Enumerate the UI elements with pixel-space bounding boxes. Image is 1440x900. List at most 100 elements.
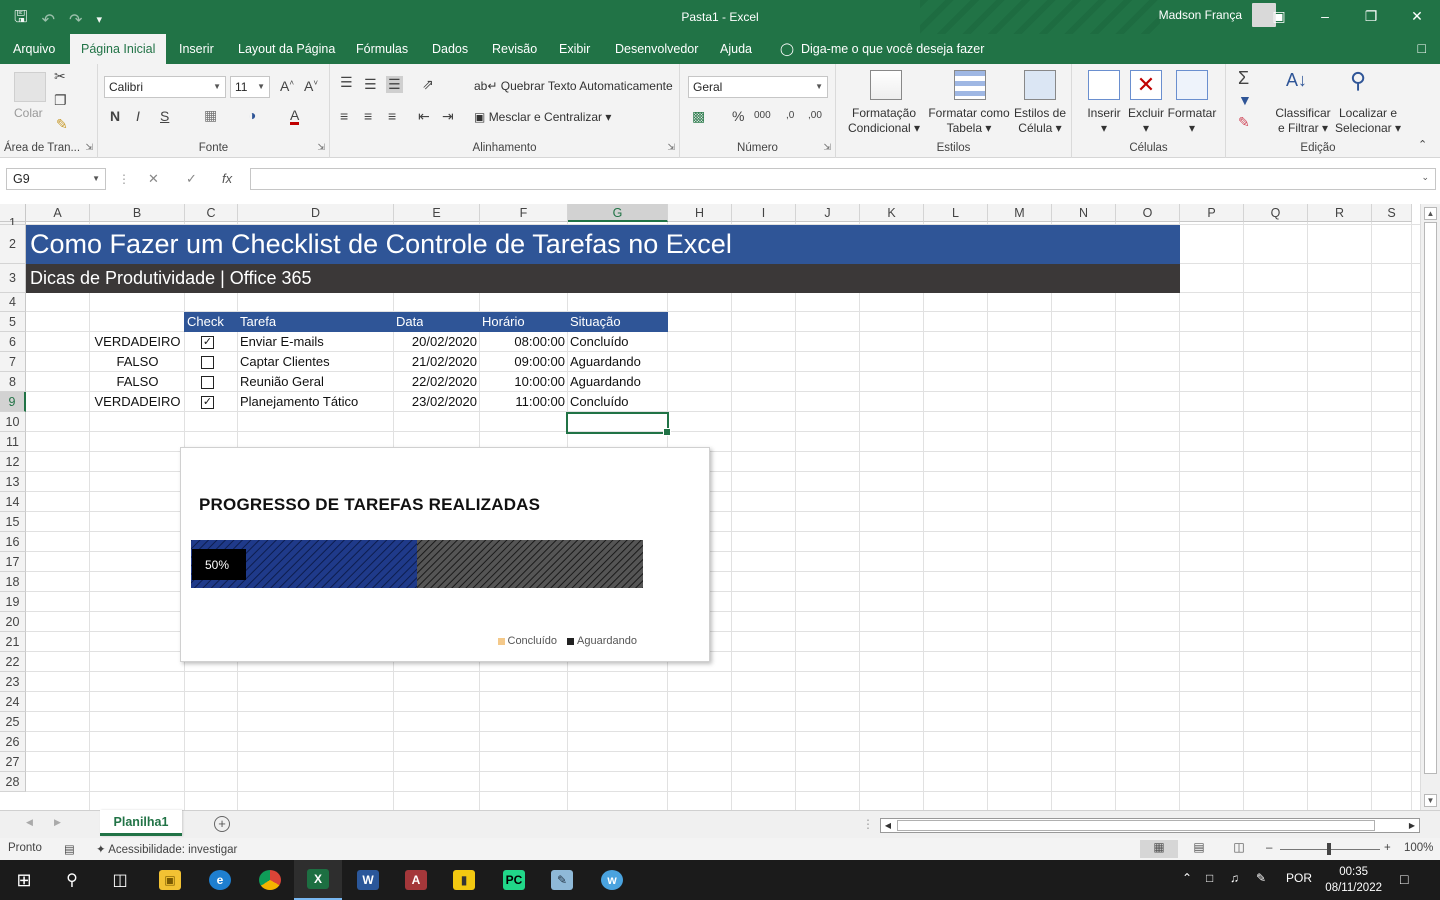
- row-header-13[interactable]: 13: [0, 472, 26, 492]
- align-left-icon[interactable]: ≡: [340, 108, 348, 124]
- column-header-j[interactable]: J: [796, 204, 860, 222]
- macro-record-icon[interactable]: ▤: [64, 842, 75, 856]
- zoom-level[interactable]: 100%: [1404, 842, 1433, 854]
- access-icon[interactable]: A: [392, 860, 440, 900]
- row-header-28[interactable]: 28: [0, 772, 26, 792]
- delete-cells-button[interactable]: Excluir ▾: [1124, 106, 1168, 136]
- scroll-down-icon[interactable]: ▼: [1424, 794, 1437, 807]
- cell-flag[interactable]: VERDADEIRO: [90, 332, 185, 352]
- cell-styles-button[interactable]: Estilos de Célula ▾: [1012, 106, 1068, 136]
- task-checkbox[interactable]: [201, 356, 214, 369]
- task-checkbox[interactable]: ✓: [201, 396, 214, 409]
- row-header-2[interactable]: 2: [0, 225, 26, 264]
- row-header-10[interactable]: 10: [0, 412, 26, 432]
- cell-task[interactable]: Captar Clientes: [240, 352, 392, 372]
- tray-chevron-icon[interactable]: ⌃: [1182, 871, 1192, 885]
- pycharm-icon[interactable]: PC: [490, 860, 538, 900]
- row-header-25[interactable]: 25: [0, 712, 26, 732]
- increase-indent-icon[interactable]: ⇥: [442, 108, 454, 125]
- tab-pagina-inicial[interactable]: Página Inicial: [70, 34, 167, 64]
- cell-status[interactable]: Aguardando: [570, 372, 666, 392]
- scroll-up-icon[interactable]: ▲: [1424, 207, 1437, 220]
- column-header-d[interactable]: D: [238, 204, 394, 222]
- row-header-24[interactable]: 24: [0, 692, 26, 712]
- chrome-icon[interactable]: [246, 860, 294, 900]
- page-layout-view-icon[interactable]: ▤: [1180, 840, 1218, 858]
- currency-icon[interactable]: ▩: [692, 108, 705, 125]
- comments-icon[interactable]: □: [1418, 40, 1426, 56]
- close-icon[interactable]: ✕: [1394, 0, 1440, 32]
- tab-desenvolvedor[interactable]: Desenvolvedor: [604, 34, 709, 64]
- zoom-in-icon[interactable]: +: [1384, 842, 1391, 854]
- row-header-9[interactable]: 9: [0, 392, 26, 412]
- cell-date[interactable]: 23/02/2020: [394, 392, 477, 412]
- paste-button[interactable]: Colar: [14, 106, 43, 121]
- row-header-6[interactable]: 6: [0, 332, 26, 352]
- decrease-decimal-button[interactable]: ,00: [808, 110, 822, 121]
- formula-input[interactable]: ⌄: [250, 168, 1436, 190]
- cell-date[interactable]: 22/02/2020: [394, 372, 477, 392]
- number-format-select[interactable]: Geral ▼: [688, 76, 828, 98]
- file-explorer-icon[interactable]: ▣: [146, 860, 194, 900]
- column-header-m[interactable]: M: [988, 204, 1052, 222]
- column-header-f[interactable]: F: [480, 204, 568, 222]
- cell-status[interactable]: Aguardando: [570, 352, 666, 372]
- cell-status[interactable]: Concluído: [570, 332, 666, 352]
- maximize-icon[interactable]: ❐: [1348, 0, 1394, 32]
- cell-time[interactable]: 09:00:00: [480, 352, 565, 372]
- thousands-button[interactable]: 000: [754, 110, 771, 121]
- percent-button[interactable]: %: [732, 108, 744, 124]
- start-icon[interactable]: ⊞: [0, 860, 48, 900]
- italic-button[interactable]: I: [136, 108, 140, 124]
- format-cells-button[interactable]: Formatar ▾: [1166, 106, 1218, 136]
- row-header-17[interactable]: 17: [0, 552, 26, 572]
- cell-task[interactable]: Enviar E-mails: [240, 332, 392, 352]
- copy-icon[interactable]: ❐: [54, 92, 67, 109]
- row-header-27[interactable]: 27: [0, 752, 26, 772]
- edge-icon[interactable]: e: [196, 860, 244, 900]
- table-header[interactable]: Check Tarefa Data Horário Situação: [184, 312, 668, 332]
- column-header-c[interactable]: C: [185, 204, 238, 222]
- volume-icon[interactable]: ♫: [1230, 871, 1239, 885]
- clear-icon[interactable]: ✎: [1238, 114, 1250, 131]
- format-painter-icon[interactable]: ✎: [56, 116, 68, 133]
- search-icon[interactable]: ⚲: [48, 860, 96, 900]
- spreadsheet-grid[interactable]: ABCDEFGHIJKLMNOPQRS 1 2 3 4 5 6 7 8 9 10 11 12 13 14 1…: [0, 204, 1420, 810]
- align-bottom-icon[interactable]: ☰: [386, 76, 403, 93]
- ribbon-display-icon[interactable]: ▣: [1256, 0, 1302, 32]
- subtitle-banner[interactable]: Dicas de Produtividade | Office 365: [26, 264, 1180, 293]
- align-middle-icon[interactable]: ☰: [364, 76, 377, 93]
- collapse-ribbon-icon[interactable]: ⌃: [1418, 138, 1427, 151]
- cell-task[interactable]: Reunião Geral: [240, 372, 392, 392]
- wrap-text-button[interactable]: ab↵ Quebrar Texto Automaticamente: [474, 79, 673, 94]
- clipboard-launcher-icon[interactable]: ⇲: [85, 142, 93, 153]
- conditional-format-button[interactable]: Formatação Condicional ▾: [844, 106, 924, 136]
- tab-dados[interactable]: Dados: [421, 34, 479, 64]
- clock[interactable]: 00:35 08/11/2022: [1325, 864, 1382, 896]
- fill-icon[interactable]: ▼: [1238, 92, 1252, 108]
- cell-time[interactable]: 11:00:00: [480, 392, 565, 412]
- cell-time[interactable]: 10:00:00: [480, 372, 565, 392]
- row-header-20[interactable]: 20: [0, 612, 26, 632]
- row-header-7[interactable]: 7: [0, 352, 26, 372]
- add-sheet-icon[interactable]: +: [214, 816, 230, 832]
- next-sheet-icon[interactable]: ▶: [54, 817, 61, 828]
- cut-icon[interactable]: ✂: [54, 68, 66, 85]
- shrink-font-icon[interactable]: A˅: [304, 78, 318, 94]
- tab-formulas[interactable]: Fórmulas: [345, 34, 419, 64]
- row-header-5[interactable]: 5: [0, 312, 26, 332]
- row-header-23[interactable]: 23: [0, 672, 26, 692]
- column-header-p[interactable]: P: [1180, 204, 1244, 222]
- column-header-o[interactable]: O: [1116, 204, 1180, 222]
- cell-task[interactable]: Planejamento Tático: [240, 392, 392, 412]
- row-header-16[interactable]: 16: [0, 532, 26, 552]
- column-header-n[interactable]: N: [1052, 204, 1116, 222]
- autosum-icon[interactable]: Σ: [1238, 68, 1249, 89]
- insert-cells-button[interactable]: Inserir ▾: [1082, 106, 1126, 136]
- row-header-14[interactable]: 14: [0, 492, 26, 512]
- network-icon[interactable]: □: [1206, 871, 1213, 885]
- notifications-icon[interactable]: □: [1400, 871, 1408, 887]
- column-header-q[interactable]: Q: [1244, 204, 1308, 222]
- tab-revisao[interactable]: Revisão: [481, 34, 548, 64]
- row-header-15[interactable]: 15: [0, 512, 26, 532]
